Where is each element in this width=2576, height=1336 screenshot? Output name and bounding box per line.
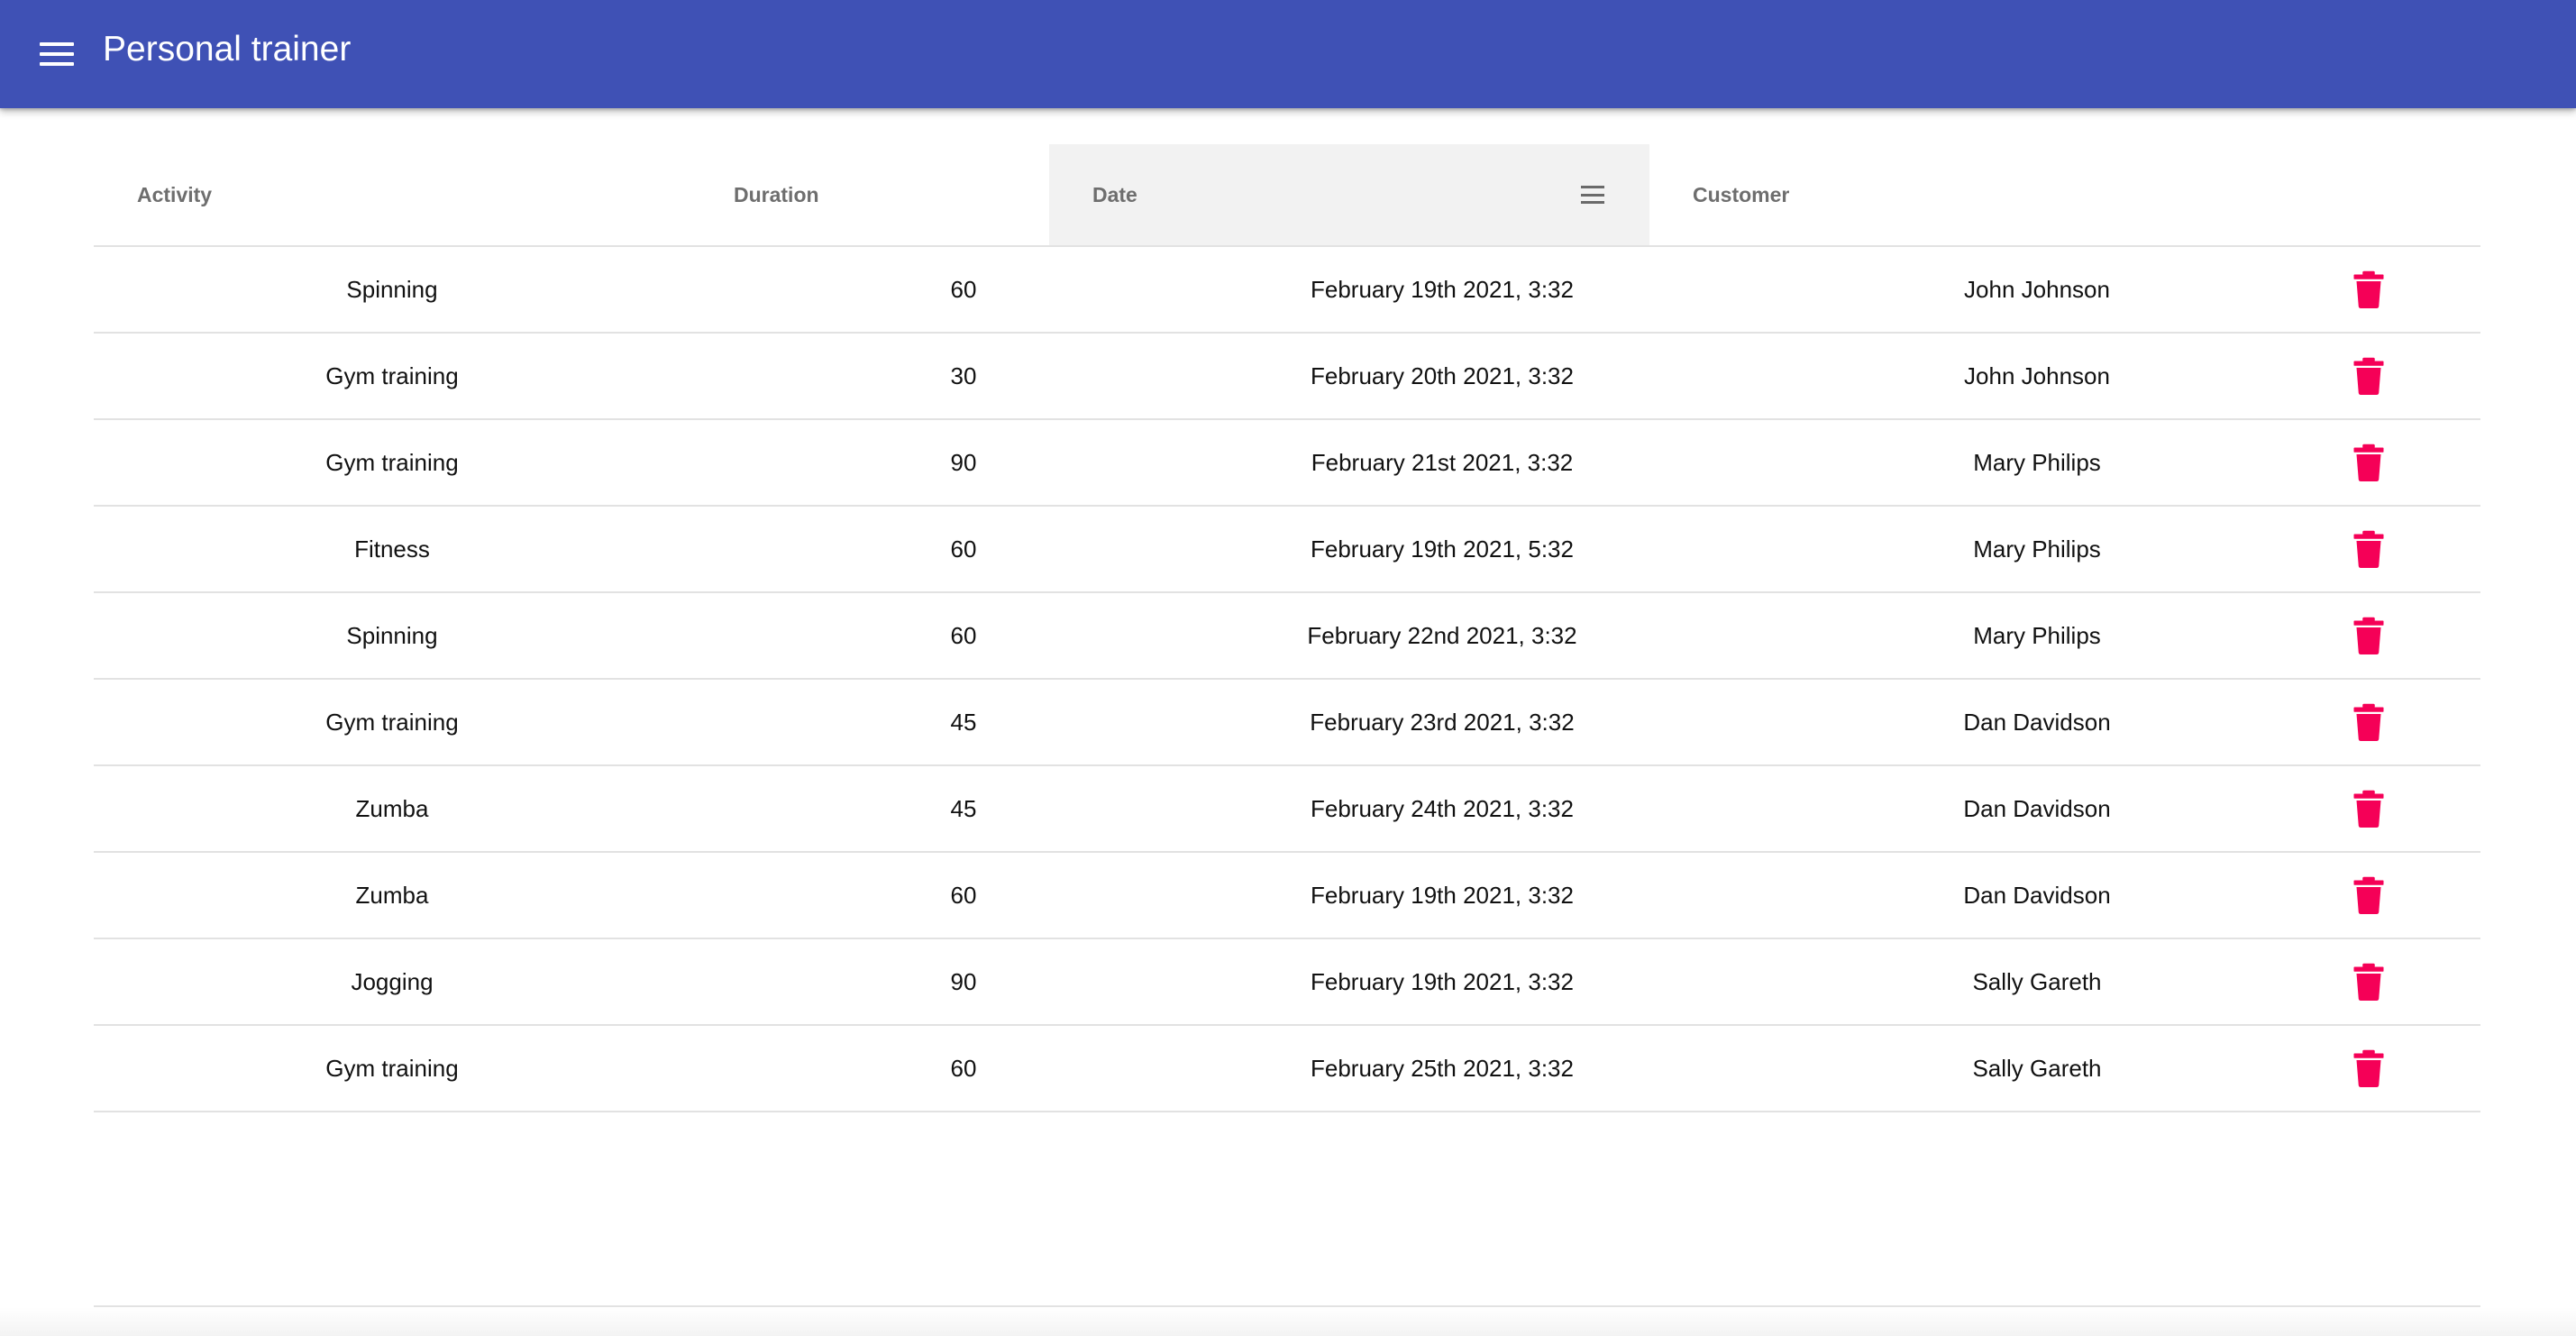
cell-date: February 19th 2021, 3:32 [1311,967,1574,995]
cell-activity: Jogging [351,967,434,995]
column-header-activity[interactable]: Activity [94,144,690,245]
cell-duration: 60 [950,881,977,909]
cell-duration: 60 [950,535,977,563]
footer-shadow [0,1307,2576,1336]
cell-date: February 21st 2021, 3:32 [1311,448,1574,476]
table-header: Activity Duration Date Customer [94,144,2480,247]
menu-line [40,62,74,66]
delete-button[interactable] [2327,420,2410,505]
table-row: Zumba 45 February 24th 2021, 3:32 Dan David… [94,766,2480,853]
cell-customer: John Johnson [1964,275,2110,303]
cell-duration: 60 [950,1054,977,1082]
cell-activity: Zumba [355,794,429,822]
delete-button[interactable] [2327,247,2410,332]
trash-icon [2353,530,2384,568]
trash-icon [2353,444,2384,481]
cell-date: February 23rd 2021, 3:32 [1310,708,1575,736]
app-title: Personal trainer [103,30,352,69]
cell-customer: Mary Philips [1973,535,2101,563]
cell-duration: 60 [950,275,977,303]
cell-duration: 90 [950,967,977,995]
table-row: Zumba 60 February 19th 2021, 3:32 Dan David… [94,853,2480,939]
column-header-date-label: Date [1092,182,1137,206]
cell-date: February 19th 2021, 3:32 [1311,881,1574,909]
cell-duration: 90 [950,448,977,476]
cell-duration: 60 [950,621,977,649]
table-row: Spinning 60 February 22nd 2021, 3:32 Mary P… [94,593,2480,680]
cell-date: February 20th 2021, 3:32 [1311,361,1574,389]
delete-button[interactable] [2327,766,2410,851]
delete-button[interactable] [2327,853,2410,938]
column-header-date[interactable]: Date [1049,144,1649,245]
delete-button[interactable] [2327,593,2410,678]
app-bar: Personal trainer [0,0,2576,108]
menu-line [40,42,74,46]
menu-line [1581,201,1604,204]
cell-activity: Fitness [354,535,430,563]
menu-line [1581,193,1604,197]
cell-customer: Mary Philips [1973,448,2101,476]
cell-date: February 25th 2021, 3:32 [1311,1054,1574,1082]
cell-customer: Dan Davidson [1963,794,2111,822]
cell-date: February 19th 2021, 3:32 [1311,275,1574,303]
table-row: Spinning 60 February 19th 2021, 3:32 John J… [94,247,2480,334]
trash-icon [2353,876,2384,914]
table-row: Fitness 60 February 19th 2021, 5:32 Mary Ph… [94,507,2480,593]
table-body: Spinning 60 February 19th 2021, 3:32 John J… [94,247,2480,1112]
cell-date: February 24th 2021, 3:32 [1311,794,1574,822]
delete-button[interactable] [2327,507,2410,591]
cell-activity: Gym training [325,708,459,736]
cell-customer: Sally Gareth [1972,967,2102,995]
column-header-customer[interactable]: Customer [1649,144,2280,245]
table-row: Jogging 90 February 19th 2021, 3:32 Sally G… [94,939,2480,1026]
delete-button[interactable] [2327,680,2410,764]
cell-date: February 22nd 2021, 3:32 [1307,621,1577,649]
cell-activity: Gym training [325,361,459,389]
cell-customer: Dan Davidson [1963,708,2111,736]
trash-icon [2353,357,2384,395]
cell-activity: Zumba [355,881,429,909]
table-row: Gym training 30 February 20th 2021, 3:32 Jo… [94,334,2480,420]
trash-icon [2353,790,2384,828]
cell-activity: Spinning [346,275,438,303]
delete-button[interactable] [2327,939,2410,1024]
cell-date: February 19th 2021, 5:32 [1311,535,1574,563]
trash-icon [2353,703,2384,741]
trainings-table: Activity Duration Date Customer Spinning… [94,144,2480,1112]
table-row: Gym training 90 February 21st 2021, 3:32 Ma… [94,420,2480,507]
cell-activity: Gym training [325,448,459,476]
cell-activity: Spinning [346,621,438,649]
cell-customer: John Johnson [1964,361,2110,389]
table-row: Gym training 45 February 23rd 2021, 3:32 Da… [94,680,2480,766]
trash-icon [2353,963,2384,1001]
trash-icon [2353,1049,2384,1087]
column-menu-icon[interactable] [1581,186,1604,204]
menu-line [1581,186,1604,188]
cell-activity: Gym training [325,1054,459,1082]
cell-duration: 45 [950,794,977,822]
trash-icon [2353,270,2384,308]
cell-duration: 30 [950,361,977,389]
cell-duration: 45 [950,708,977,736]
cell-customer: Sally Gareth [1972,1054,2102,1082]
hamburger-menu-icon[interactable] [40,34,79,74]
menu-line [40,52,74,56]
table-row: Gym training 60 February 25th 2021, 3:32 Sa… [94,1026,2480,1112]
delete-button[interactable] [2327,334,2410,418]
trash-icon [2353,617,2384,654]
cell-customer: Dan Davidson [1963,881,2111,909]
cell-customer: Mary Philips [1973,621,2101,649]
delete-button[interactable] [2327,1026,2410,1111]
